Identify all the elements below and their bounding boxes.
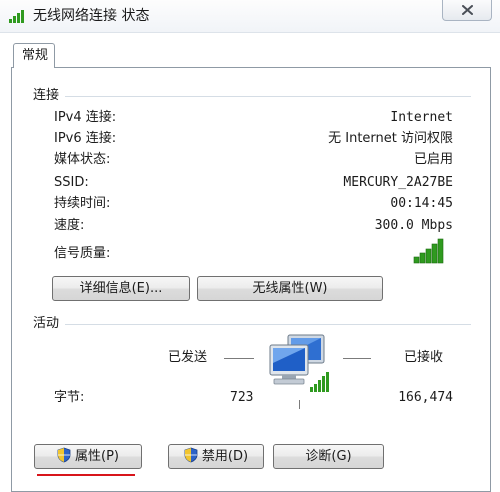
media-state-label: 媒体状态: [54,152,111,167]
tab-general[interactable]: 常规 [13,43,55,68]
tab-general-label: 常规 [22,48,49,63]
activity-group-label: 活动 [33,316,60,331]
sent-label: 已发送 [168,350,208,365]
received-label: 已接收 [404,350,444,365]
window-title: 无线网络连接 状态 [33,8,150,24]
activity-group-divider [65,324,471,325]
close-button[interactable] [442,0,492,21]
signal-strength-icon [413,238,444,264]
wireless-properties-button[interactable]: 无线属性(W) [197,276,383,301]
uac-shield-icon [57,447,71,463]
connection-group-divider [65,96,471,97]
uac-shield-icon [184,447,198,463]
details-button[interactable]: 详细信息(E)... [52,276,190,301]
connection-group-label: 连接 [33,88,60,103]
ipv4-value: Internet [390,110,453,125]
duration-value: 00:14:45 [390,196,453,211]
highlight-underline [37,474,135,476]
disable-button[interactable]: 禁用(D) [168,444,264,469]
ssid-label: SSID: [54,175,89,190]
ipv4-label: IPv4 连接: [54,110,117,125]
properties-button-label: 属性(P) [75,449,119,464]
ssid-value: MERCURY_2A27BE [343,175,453,190]
network-computers-icon [269,334,329,392]
diagnose-button[interactable]: 诊断(G) [273,444,384,469]
bytes-received-value: 166,474 [398,390,453,405]
ipv6-value: 无 Internet 访问权限 [328,131,453,146]
speed-value: 300.0 Mbps [374,218,453,233]
signal-quality-label: 信号质量: [54,246,111,261]
properties-button[interactable]: 属性(P) [34,444,142,469]
sent-dash [224,358,254,359]
activity-divider-tick [299,400,300,409]
wifi-signal-icon [9,10,24,23]
received-dash [343,358,371,359]
close-icon [462,5,473,15]
ipv6-label: IPv6 连接: [54,131,117,146]
disable-button-label: 禁用(D) [201,449,249,464]
media-state-value: 已启用 [413,152,453,167]
title-bar: 无线网络连接 状态 [0,0,500,33]
speed-label: 速度: [54,218,85,233]
bytes-label: 字节: [54,390,85,405]
duration-label: 持续时间: [54,196,111,211]
bytes-sent-value: 723 [230,390,254,405]
